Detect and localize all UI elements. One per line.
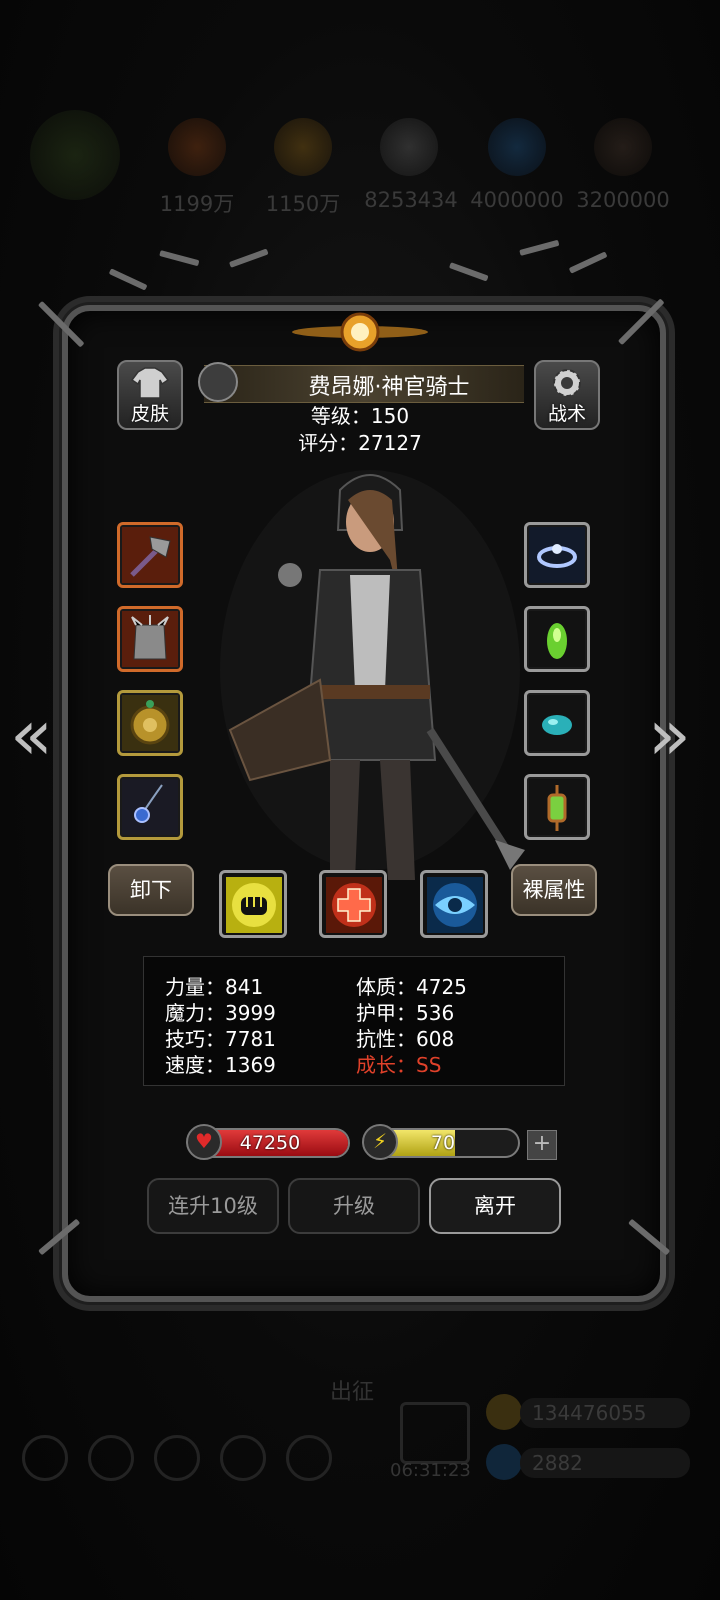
leave-button[interactable]: 离开 — [429, 1178, 561, 1234]
equip-slot-weapon[interactable] — [117, 522, 183, 588]
stats-panel: 力量：841 体质：4725 魔力：3999 护甲：536 技巧：7781 抗性… — [143, 956, 565, 1086]
hero-name: 费昂娜·神官骑士 — [308, 375, 470, 400]
crystal-ring-icon — [529, 527, 585, 583]
skill-slot-heal[interactable] — [319, 870, 387, 938]
equip-slot-armor[interactable] — [117, 606, 183, 672]
level-up-button[interactable]: 升级 — [288, 1178, 420, 1234]
eye-skill-icon — [427, 877, 483, 933]
equip-slot-amulet[interactable] — [117, 774, 183, 840]
stat-skill: 技巧：7781 — [165, 1027, 276, 1051]
menu-round-button — [88, 1435, 134, 1481]
resource-value: 1150万 — [265, 192, 341, 216]
stat-strength: 力量：841 — [165, 975, 264, 999]
spiked-armor-icon — [122, 611, 178, 667]
stat-magic: 魔力：3999 — [165, 1001, 276, 1025]
gear-icon — [553, 369, 581, 397]
turquoise-stone-icon — [529, 695, 585, 751]
hero-level: 等级：150 — [310, 404, 410, 428]
menu-round-button — [154, 1435, 200, 1481]
equip-slot-accessory[interactable] — [117, 690, 183, 756]
menu-round-button — [220, 1435, 266, 1481]
hero-class-badge-icon — [198, 362, 238, 402]
heart-icon: ♥ — [186, 1124, 222, 1160]
hero-portrait — [220, 470, 525, 880]
equip-slot-gem[interactable] — [524, 690, 590, 756]
orange-orb-icon — [168, 118, 226, 176]
gold-orb-icon — [274, 118, 332, 176]
resource-value: 3200000 — [576, 188, 670, 212]
hero-portrait-icon — [30, 110, 120, 200]
heal-cross-skill-icon — [326, 877, 382, 933]
stat-growth: 成长：SS — [356, 1053, 442, 1077]
level-up-10-button[interactable]: 连升10级 — [147, 1178, 279, 1234]
stat-armor: 护甲：536 — [356, 1001, 455, 1025]
equip-slot-ring[interactable] — [524, 522, 590, 588]
previous-hero-arrow-icon[interactable]: « — [10, 700, 53, 770]
add-energy-button[interactable]: + — [527, 1130, 557, 1160]
gold-count: 134476055 — [532, 1401, 647, 1425]
equip-slot-potion[interactable] — [524, 606, 590, 672]
blue-orb-icon — [488, 118, 546, 176]
hero-name-bar: 费昂娜·神官骑士 — [204, 365, 524, 403]
resource-value: 1199万 — [159, 192, 235, 216]
sapphire-amulet-icon — [122, 779, 178, 835]
stat-constitution: 体质：4725 — [356, 975, 467, 999]
golden-medallion-icon — [122, 695, 178, 751]
resource-value: 4000000 — [470, 188, 564, 212]
menu-round-button — [22, 1435, 68, 1481]
stat-speed: 速度：1369 — [165, 1053, 276, 1077]
green-lantern-icon — [529, 779, 585, 835]
skill-slot-vision[interactable] — [420, 870, 488, 938]
gift-timer: 06:31:23 — [390, 1460, 471, 1481]
gift-box-icon — [400, 1402, 470, 1464]
war-hammer-icon — [122, 527, 178, 583]
lightning-icon: ⚡ — [362, 1124, 398, 1160]
fist-skill-icon — [226, 877, 282, 933]
gem-icon — [486, 1444, 522, 1480]
equip-slot-lantern[interactable] — [524, 774, 590, 840]
gold-coin-icon — [486, 1394, 522, 1430]
green-potion-icon — [529, 611, 585, 667]
shirt-icon — [130, 367, 170, 399]
skill-slot-power[interactable] — [219, 870, 287, 938]
unequip-button[interactable]: 卸下 — [108, 864, 194, 916]
stone-orb-icon — [380, 118, 438, 176]
sortie-label: 出征 — [330, 1380, 375, 1405]
hero-score: 评分：27127 — [298, 431, 422, 455]
gem-count: 2882 — [532, 1451, 583, 1475]
stat-resistance: 抗性：608 — [356, 1027, 455, 1051]
sun-emblem-icon — [292, 312, 428, 352]
dark-orb-icon — [594, 118, 652, 176]
menu-round-button — [286, 1435, 332, 1481]
next-hero-arrow-icon[interactable]: » — [648, 700, 691, 770]
base-stats-button[interactable]: 裸属性 — [511, 864, 597, 916]
resource-value: 8253434 — [364, 188, 458, 212]
